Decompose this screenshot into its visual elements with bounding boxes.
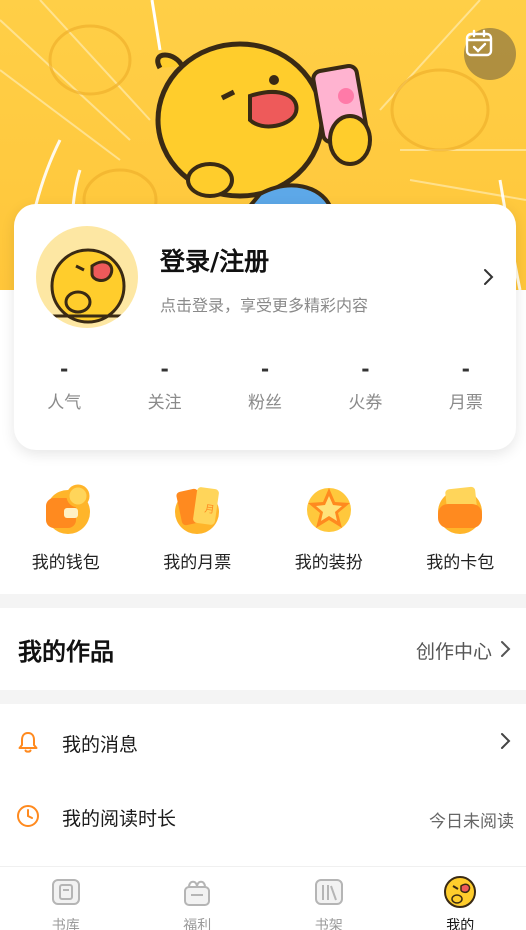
calendar-check-icon [465,29,493,57]
gift-icon [184,880,211,906]
stat-value: - [260,357,270,381]
stat-value: - [160,357,169,381]
nav-benefits[interactable]: 福利 [132,867,264,930]
nav-mine[interactable]: 我的 [395,867,526,930]
library-icon [51,879,80,905]
nav-label: 书架 [314,918,343,930]
calendar-button[interactable] [464,28,516,80]
bell-icon [18,732,38,753]
reading-time-value: 今日未阅读 [429,812,514,832]
nav-library[interactable]: 书库 [0,867,132,930]
duck-avatar-icon [50,248,126,324]
profile-stats: - 人气 - 关注 - 粉丝 - 火券 - 月票 [14,354,516,424]
stat-fire-coupons[interactable]: - 火券 [315,354,415,424]
avatar-icon [444,876,477,908]
stat-value: - [361,357,370,381]
nav-label: 福利 [183,918,212,930]
chevron-right-icon [501,733,511,749]
chevron-right-icon[interactable] [500,640,512,658]
stat-label: 关注 [147,393,182,413]
chevron-right-icon[interactable] [482,266,496,288]
reading-time-row[interactable]: 我的阅读时长 今日未阅读 [0,780,526,852]
bottom-nav: 书库 福利 书架 我的 [0,866,526,930]
stat-monthly-tickets[interactable]: - 月票 [416,354,516,424]
nav-label: 我的 [446,918,475,930]
my-works-row[interactable]: 我的作品 创作中心 [0,608,526,690]
nav-label: 书库 [51,918,80,930]
stat-label: 月票 [448,393,483,413]
row-label: 我的消息 [62,734,139,756]
stat-popularity[interactable]: - 人气 [14,354,114,424]
section-divider [0,690,526,704]
stat-value: - [461,357,470,381]
avatar[interactable] [36,226,138,328]
creator-center-link[interactable]: 创作中心 [416,637,492,664]
quick-label: 我的月票 [163,553,232,573]
quick-label: 我的装扮 [294,553,363,573]
login-register-title[interactable]: 登录/注册 [160,242,269,278]
wallet-icon [45,484,90,534]
quick-card-pack[interactable]: 我的卡包 [395,470,526,580]
svg-text:月: 月 [204,503,216,516]
quick-wallet[interactable]: 我的钱包 [0,470,132,580]
quick-actions: 我的钱包 月 我的月票 我的装扮 我的卡包 [0,470,526,580]
monthly-ticket-icon: 月 [175,487,220,534]
duck-mascot-icon [155,41,372,208]
quick-label: 我的钱包 [31,553,100,573]
bookshelf-icon [314,879,343,905]
quick-dressup[interactable]: 我的装扮 [263,470,395,580]
login-subtitle: 点击登录，享受更多精彩内容 [160,296,369,315]
stat-label: 粉丝 [248,393,283,413]
quick-monthly-ticket[interactable]: 月 我的月票 [132,470,264,580]
section-divider [0,594,526,608]
stat-followers[interactable]: - 粉丝 [215,354,315,424]
quick-label: 我的卡包 [426,553,495,573]
stat-value: - [60,357,69,381]
dressup-star-icon [306,488,351,532]
stat-label: 人气 [47,393,82,413]
my-messages-row[interactable]: 我的消息 [0,706,526,778]
stat-label: 火券 [348,393,383,413]
row-label: 我的阅读时长 [62,808,177,830]
stat-following[interactable]: - 关注 [114,354,214,424]
nav-bookshelf[interactable]: 书架 [263,867,395,930]
my-works-title: 我的作品 [18,638,114,666]
card-pack-icon [438,486,483,534]
profile-card[interactable]: 登录/注册 点击登录，享受更多精彩内容 - 人气 - 关注 - 粉丝 - 火券 … [14,204,516,450]
clock-icon [17,805,39,827]
